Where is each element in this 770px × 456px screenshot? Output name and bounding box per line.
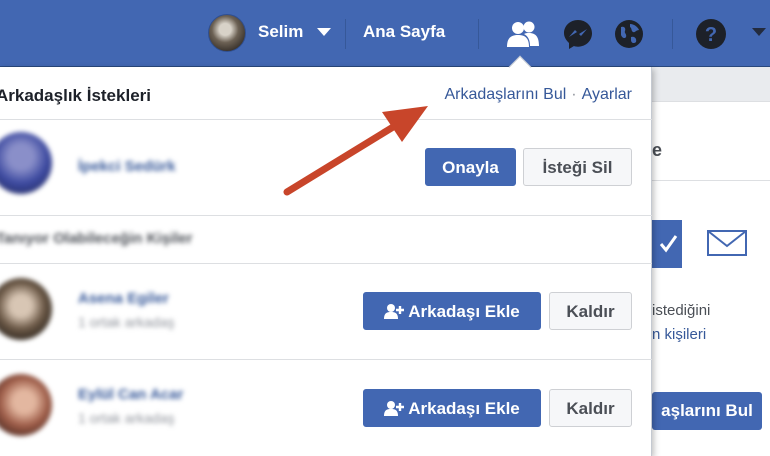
background-title: e xyxy=(652,140,663,160)
background-text-2[interactable]: n kişileri xyxy=(652,326,706,343)
requester-name[interactable]: İpekci Sedürk xyxy=(78,158,176,175)
settings-link[interactable]: Ayarlar xyxy=(582,86,632,103)
dropdown-title: Arkadaşlık İstekleri xyxy=(0,86,151,105)
background-strip xyxy=(652,68,770,102)
background-divider xyxy=(652,180,770,181)
suggestion-name[interactable]: Eylül Can Acar xyxy=(78,386,183,403)
suggestion-avatar[interactable] xyxy=(0,278,52,340)
nav-separator xyxy=(672,19,673,49)
dropdown-caret-icon[interactable] xyxy=(317,28,331,36)
messenger-icon[interactable] xyxy=(561,17,595,51)
suggestion-name[interactable]: Asena Egiler xyxy=(78,290,169,307)
mutual-friends-text: 1 ortak arkadaş xyxy=(78,410,175,426)
add-friend-icon xyxy=(384,401,405,416)
nav-separator xyxy=(478,19,479,49)
delete-request-button[interactable]: İsteği Sil xyxy=(523,148,632,186)
suggestion-row: Asena Egiler 1 ortak arkadaş Arkadaşı Ek… xyxy=(0,264,652,360)
svg-text:?: ? xyxy=(705,24,717,46)
settings-caret-icon[interactable] xyxy=(752,28,766,36)
profile-name-link[interactable]: Selim xyxy=(258,22,303,42)
friend-requests-dropdown: Arkadaşlık İstekleri Arkadaşlarını Bul · A… xyxy=(0,67,652,456)
globe-icon[interactable] xyxy=(612,17,646,51)
header-links: Arkadaşlarını Bul · Ayarlar xyxy=(444,86,632,104)
remove-button[interactable]: Kaldır xyxy=(549,389,632,427)
add-friend-label: Arkadaşı Ekle xyxy=(408,302,520,321)
avatar[interactable] xyxy=(208,14,246,52)
add-friend-icon xyxy=(384,304,405,319)
background-page: e istediğini n kişileri aşlarını Bul xyxy=(652,68,770,456)
help-icon[interactable]: ? xyxy=(694,17,728,51)
nav-separator xyxy=(345,19,346,49)
requester-avatar[interactable] xyxy=(0,132,52,194)
remove-button[interactable]: Kaldır xyxy=(549,292,632,330)
dropdown-header: Arkadaşlık İstekleri Arkadaşlarını Bul · A… xyxy=(0,67,652,120)
top-navigation-bar: Selim Ana Sayfa ? xyxy=(0,0,770,67)
suggestions-label: Tanıyor Olabileceğin Kişiler xyxy=(0,230,193,247)
suggestions-header: Tanıyor Olabileceğin Kişiler xyxy=(0,216,652,264)
add-friend-button[interactable]: Arkadaşı Ekle xyxy=(363,389,541,427)
suggestion-avatar[interactable] xyxy=(0,374,52,436)
friend-request-row: İpekci Sedürk Onayla İsteği Sil xyxy=(0,120,652,216)
suggestion-row: Eylül Can Acar 1 ortak arkadaş Arkadaşı … xyxy=(0,360,652,456)
mail-icon xyxy=(707,230,747,256)
home-link[interactable]: Ana Sayfa xyxy=(363,22,445,42)
friends-icon[interactable] xyxy=(506,17,540,51)
find-friends-button-background[interactable]: aşlarını Bul xyxy=(652,392,762,430)
confirm-button[interactable]: Onayla xyxy=(425,148,516,186)
link-separator: · xyxy=(571,86,577,103)
mutual-friends-text: 1 ortak arkadaş xyxy=(78,314,175,330)
background-text-1: istediğini xyxy=(652,302,711,319)
add-friend-button[interactable]: Arkadaşı Ekle xyxy=(363,292,541,330)
find-friends-link[interactable]: Arkadaşlarını Bul xyxy=(444,86,566,103)
add-friend-label: Arkadaşı Ekle xyxy=(408,399,520,418)
checkbox-icon xyxy=(652,220,682,268)
